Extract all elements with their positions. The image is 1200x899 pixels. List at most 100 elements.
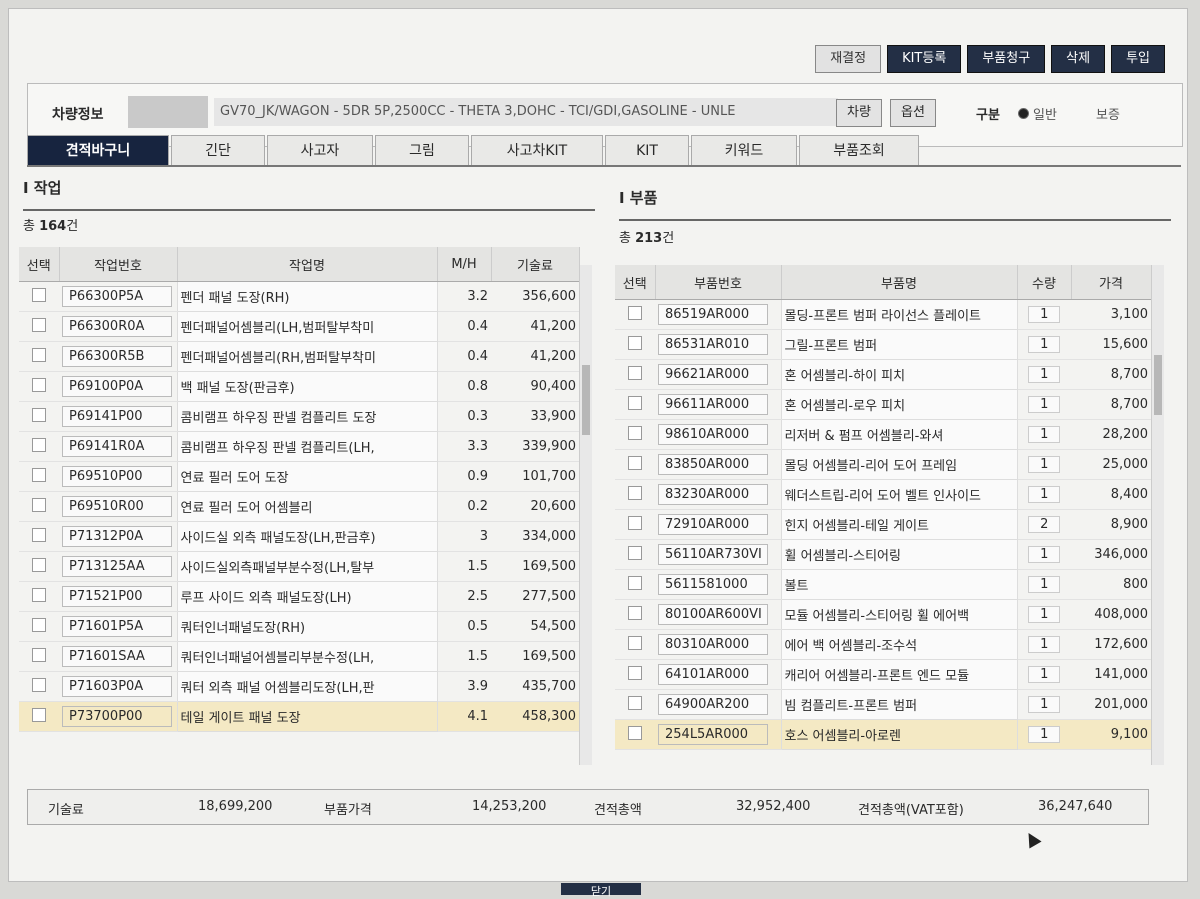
work-select-checkbox[interactable] <box>32 617 46 632</box>
parts-row[interactable]: 80310AR000 에어 백 어셈블리-조수석 1 172,600 <box>615 629 1151 660</box>
parts-qty[interactable]: 2 <box>1028 516 1061 533</box>
work-select-checkbox[interactable] <box>32 527 46 542</box>
parts-qty[interactable]: 1 <box>1028 606 1061 623</box>
parts-select-checkbox[interactable] <box>628 575 642 590</box>
parts-select-checkbox[interactable] <box>628 395 642 410</box>
parts-select-checkbox[interactable] <box>628 605 642 620</box>
parts-select-checkbox[interactable] <box>628 425 642 440</box>
radio-general[interactable]: 일반 <box>1018 104 1057 123</box>
tab-accident-kit[interactable]: 사고차KIT <box>471 135 603 167</box>
work-row[interactable]: P71601P5A 쿼터인너패널도장(RH) 0.5 54,500 <box>19 611 579 642</box>
parts-row[interactable]: 64101AR000 캐리어 어셈블리-프론트 엔드 모듈 1 141,000 <box>615 659 1151 690</box>
option-button[interactable]: 옵션 <box>890 99 936 127</box>
parts-qty[interactable]: 1 <box>1028 546 1061 563</box>
parts-row[interactable]: 83230AR000 웨더스트립-리어 도어 벨트 인사이드 1 8,400 <box>615 479 1151 510</box>
work-row[interactable]: P71603P0A 쿼터 외측 패널 어셈블리도장(LH,판 3.9 435,700 <box>19 671 579 702</box>
work-select-checkbox[interactable] <box>32 557 46 572</box>
parts-row[interactable]: 96611AR000 혼 어셈블리-로우 피치 1 8,700 <box>615 389 1151 420</box>
work-scrollbar[interactable] <box>579 265 592 765</box>
parts-select-checkbox[interactable] <box>628 515 642 530</box>
work-row[interactable]: P66300R5B 펜더패널어셈블리(RH,범퍼탈부착미 0.4 41,200 <box>19 341 579 372</box>
work-row[interactable]: P71521P00 루프 사이드 외측 패널도장(LH) 2.5 277,500 <box>19 581 579 612</box>
kit-register-button[interactable]: KIT등록 <box>887 45 962 73</box>
tab-kit[interactable]: KIT <box>605 135 689 167</box>
parts-row[interactable]: 86519AR000 몰딩-프론트 범퍼 라이선스 플레이트 1 3,100 <box>615 299 1151 330</box>
parts-row[interactable]: 64900AR200 빔 컴플리트-프론트 범퍼 1 201,000 <box>615 689 1151 720</box>
parts-qty[interactable]: 1 <box>1028 726 1061 743</box>
radio-insurance[interactable]: 보증 <box>1096 104 1120 123</box>
work-row[interactable]: P69141P00 콤비램프 하우징 판넬 컴플리트 도장 0.3 33,900 <box>19 401 579 432</box>
parts-select-checkbox[interactable] <box>628 695 642 710</box>
parts-qty[interactable]: 1 <box>1028 696 1061 713</box>
parts-select-checkbox[interactable] <box>628 485 642 500</box>
work-select-checkbox[interactable] <box>32 467 46 482</box>
insert-button[interactable]: 투입 <box>1111 45 1165 73</box>
close-button[interactable]: 닫기 <box>561 883 641 898</box>
parts-row[interactable]: 5611581000 볼트 1 800 <box>615 569 1151 600</box>
work-select-checkbox[interactable] <box>32 647 46 662</box>
work-select-checkbox[interactable] <box>32 437 46 452</box>
work-row[interactable]: P73700P00 테일 게이트 패널 도장 4.1 458,300 <box>19 701 579 732</box>
parts-select-checkbox[interactable] <box>628 665 642 680</box>
work-fee: 458,300 <box>491 701 579 732</box>
parts-qty[interactable]: 1 <box>1028 636 1061 653</box>
work-select-checkbox[interactable] <box>32 317 46 332</box>
parts-qty[interactable]: 1 <box>1028 336 1061 353</box>
parts-qty[interactable]: 1 <box>1028 426 1061 443</box>
parts-qty[interactable]: 1 <box>1028 366 1061 383</box>
parts-request-button[interactable]: 부품청구 <box>967 45 1046 73</box>
work-row[interactable]: P71601SAA 쿼터인너패널어셈블리부분수정(LH, 1.5 169,500 <box>19 641 579 672</box>
parts-row[interactable]: 86531AR010 그릴-프론트 범퍼 1 15,600 <box>615 329 1151 360</box>
tab-estimate-basket[interactable]: 견적바구니 <box>27 135 169 167</box>
work-row[interactable]: P71312P0A 사이드실 외측 패널도장(LH,판금후) 3 334,000 <box>19 521 579 552</box>
work-row[interactable]: P69100P0A 백 패널 도장(판금후) 0.8 90,400 <box>19 371 579 402</box>
parts-select-checkbox[interactable] <box>628 635 642 650</box>
work-select-checkbox[interactable] <box>32 587 46 602</box>
work-row[interactable]: P69510P00 연료 필러 도어 도장 0.9 101,700 <box>19 461 579 492</box>
work-select-checkbox[interactable] <box>32 677 46 692</box>
work-select-checkbox[interactable] <box>32 377 46 392</box>
parts-select-checkbox[interactable] <box>628 365 642 380</box>
parts-select-checkbox[interactable] <box>628 305 642 320</box>
parts-row[interactable]: 72910AR000 힌지 어셈블리-테일 게이트 2 8,900 <box>615 509 1151 540</box>
work-row[interactable]: P66300R0A 펜더패널어셈블리(LH,범퍼탈부착미 0.4 41,200 <box>19 311 579 342</box>
work-select-checkbox[interactable] <box>32 347 46 362</box>
parts-qty[interactable]: 1 <box>1028 486 1061 503</box>
parts-row[interactable]: 56110AR730VI 휠 어셈블리-스티어링 1 346,000 <box>615 539 1151 570</box>
parts-row[interactable]: 96621AR000 혼 어셈블리-하이 피치 1 8,700 <box>615 359 1151 390</box>
redecide-button[interactable]: 재결정 <box>815 45 882 73</box>
work-row[interactable]: P69141R0A 콤비램프 하우징 판넬 컴플리트(LH, 3.3 339,900 <box>19 431 579 462</box>
parts-row[interactable]: 83850AR000 몰딩 어셈블리-리어 도어 프레임 1 25,000 <box>615 449 1151 480</box>
parts-row[interactable]: 80100AR600VI 모듈 어셈블리-스티어링 휠 에어백 1 408,000 <box>615 599 1151 630</box>
work-select-checkbox[interactable] <box>32 407 46 422</box>
work-row[interactable]: P66300P5A 펜더 패널 도장(RH) 3.2 356,600 <box>19 281 579 312</box>
work-select-checkbox[interactable] <box>32 497 46 512</box>
parts-qty[interactable]: 1 <box>1028 396 1061 413</box>
parts-row[interactable]: 254L5AR000 호스 어셈블리-아로렌 1 9,100 <box>615 719 1151 750</box>
work-code: P71601P5A <box>62 616 172 637</box>
parts-qty[interactable]: 1 <box>1028 666 1061 683</box>
parts-select-checkbox[interactable] <box>628 335 642 350</box>
work-row[interactable]: P69510R00 연료 필러 도어 어셈블리 0.2 20,600 <box>19 491 579 522</box>
tab-parts-search[interactable]: 부품조회 <box>799 135 919 167</box>
tab-picture[interactable]: 그림 <box>375 135 469 167</box>
parts-scroll-thumb[interactable] <box>1154 355 1162 415</box>
parts-qty[interactable]: 1 <box>1028 576 1061 593</box>
parts-qty[interactable]: 1 <box>1028 456 1061 473</box>
work-row[interactable]: P713125AA 사이드실외측패널부분수정(LH,탈부 1.5 169,500 <box>19 551 579 582</box>
work-select-checkbox[interactable] <box>32 707 46 722</box>
parts-select-checkbox[interactable] <box>628 455 642 470</box>
tab-simple[interactable]: 긴단 <box>171 135 265 167</box>
parts-qty[interactable]: 1 <box>1028 306 1061 323</box>
vehicle-button[interactable]: 차량 <box>836 99 882 127</box>
delete-button[interactable]: 삭제 <box>1051 45 1106 73</box>
tab-keyword[interactable]: 키워드 <box>691 135 797 167</box>
parts-select-checkbox[interactable] <box>628 725 642 740</box>
work-select-checkbox[interactable] <box>32 287 46 302</box>
parts-scrollbar[interactable] <box>1151 265 1164 765</box>
parts-select-checkbox[interactable] <box>628 545 642 560</box>
tab-accident[interactable]: 사고자 <box>267 135 373 167</box>
parts-row[interactable]: 98610AR000 리저버 & 펌프 어셈블리-와셔 1 28,200 <box>615 419 1151 450</box>
work-scroll-thumb[interactable] <box>582 365 590 435</box>
parts-qty-cell: 1 <box>1017 419 1071 450</box>
